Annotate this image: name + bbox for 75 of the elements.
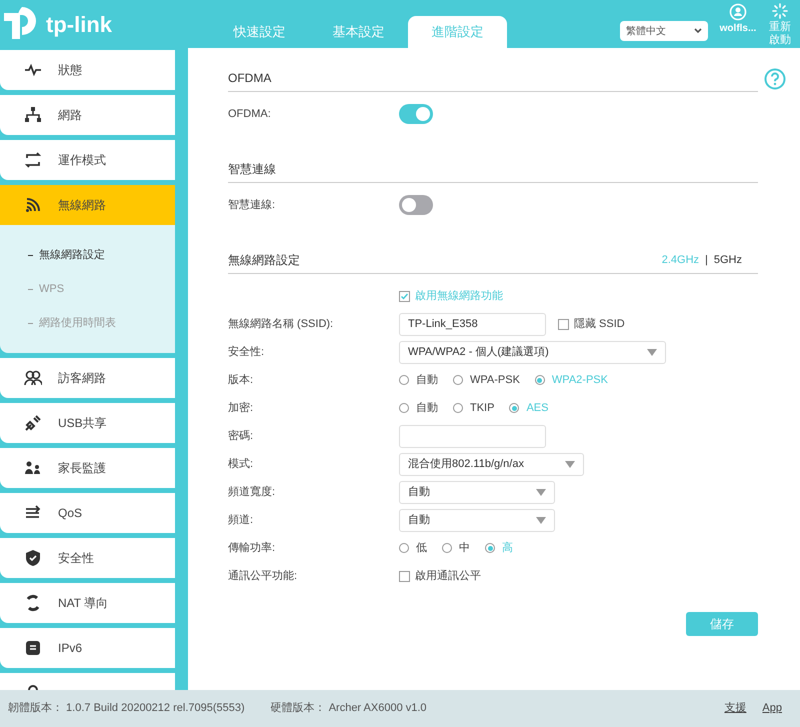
menu-item-icon [24,639,42,657]
section-title: 智慧連線 [228,161,276,178]
menu-item-icon [24,151,42,169]
radio-option[interactable]: WPA-PSK [453,372,520,388]
section-title: OFDMA [228,70,272,87]
field-label: 智慧連線: [228,198,276,211]
language-select[interactable]: 繁體中文 [620,21,708,41]
menu-item-icon [24,459,42,477]
field-label: 版本: [228,374,254,386]
dash-icon [28,254,33,256]
field-label: OFDMA: [228,108,271,120]
checkbox[interactable] [558,318,569,330]
field-label: 傳輸功率: [228,542,276,554]
menu-item-icon [24,106,42,124]
checkbox-option[interactable]: 啟用通訊公平 [399,568,481,584]
field-label: 無線網路名稱 (SSID): [228,318,334,330]
select-field[interactable]: WPA/WPA2 - 個人(建議選項) [399,340,666,364]
sidebar-item[interactable]: 運作模式 [0,140,175,180]
toggle-switch[interactable] [399,104,433,124]
checkbox[interactable] [399,290,410,302]
band-tab[interactable]: 5GHz [714,250,742,270]
radio-option[interactable]: 低 [399,540,427,556]
sidebar-item[interactable]: 家長監護 [0,448,175,488]
menu-item-icon [24,61,42,79]
field-label: 模式: [228,458,254,470]
checkbox-option[interactable]: 隱藏 SSID [558,316,625,332]
footer-link[interactable]: App [762,700,782,717]
chevron-icon [694,28,702,34]
separator: | [705,253,708,268]
dash-icon [28,322,33,324]
sidebar-item[interactable]: 訪客網路 [0,358,175,398]
menu-item-icon [24,594,42,612]
help-icon[interactable] [764,68,786,90]
select-field[interactable]: 自動 [399,508,555,532]
radio-option[interactable]: 中 [442,540,470,556]
footer-link[interactable]: 支援 [724,700,746,717]
field-label: 頻道寬度: [228,486,276,498]
radio-option[interactable]: 自動 [399,372,438,388]
field-label: 通訊公平功能: [228,570,298,582]
menu-item-icon [24,369,42,387]
dropdown-arrow-icon [536,488,546,496]
firmware-version: 韌體版本： 1.0.7 Build 20200212 rel.7095(5553) [8,701,245,716]
dash-icon [28,288,33,290]
user-icon [729,3,747,21]
menu-item-icon [24,549,42,567]
sidebar-item[interactable]: 無線網路 [0,185,175,225]
sidebar-item[interactable]: 網路 [0,95,175,135]
dropdown-arrow-icon [565,460,575,468]
field-label: 頻道: [228,514,254,526]
radio-option[interactable]: TKIP [453,400,494,416]
sidebar-item[interactable]: NAT 導向 [0,583,175,623]
field-label: 安全性: [228,346,264,358]
menu-item-icon [24,196,42,214]
hardware-version: 硬體版本： Archer AX6000 v1.0 [270,701,427,716]
checkbox[interactable] [399,570,410,582]
input-field[interactable] [399,424,546,448]
sidebar-item[interactable]: QoS [0,493,175,533]
dropdown-arrow-icon [536,516,546,524]
toggle-switch[interactable] [399,195,433,215]
sidebar-item[interactable]: IPv6 [0,628,175,668]
loading-icon [772,3,788,19]
sidebar-item[interactable]: 安全性 [0,538,175,578]
section-title: 無線網路設定 [228,252,300,269]
select-field[interactable]: 自動 [399,480,555,504]
input-field[interactable]: TP-Link_E358 [399,312,546,336]
field-label: 加密: [228,402,254,414]
logo-text: tp-link [46,10,112,39]
menu-item-icon [24,414,42,432]
sidebar-item[interactable]: USB共享 [0,403,175,443]
select-field[interactable]: 混合使用802.11b/g/n/ax [399,452,584,476]
sidebar-item[interactable]: 狀態 [0,50,175,90]
dropdown-arrow-icon [647,348,657,356]
field-label: 密碼: [228,430,254,442]
submenu-item[interactable]: 無線網路設定 [28,238,175,272]
radio-option[interactable]: 自動 [399,400,438,416]
